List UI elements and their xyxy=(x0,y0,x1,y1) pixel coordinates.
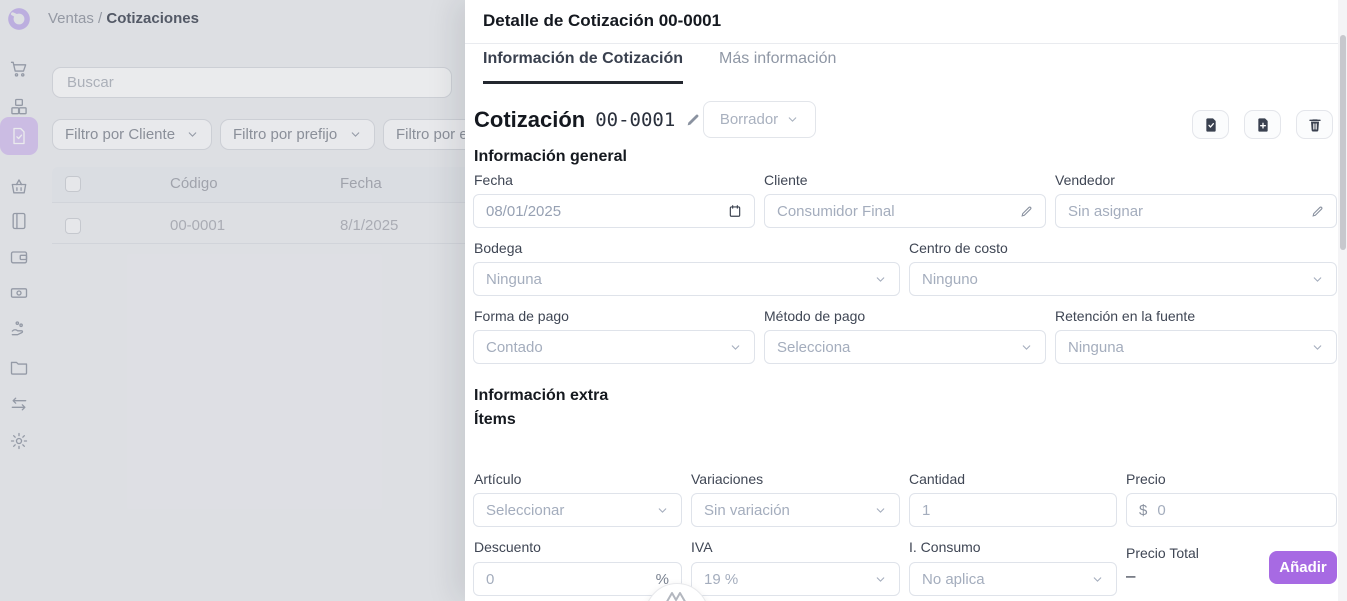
cantidad-input[interactable] xyxy=(909,493,1117,527)
panel-tabs: Información de Cotización Más informació… xyxy=(483,50,836,84)
metodo-pago-label: Método de pago xyxy=(764,308,865,324)
articulo-label: Artículo xyxy=(474,471,521,487)
duplicate-quote-button[interactable] xyxy=(1244,110,1281,139)
variaciones-label: Variaciones xyxy=(691,471,763,487)
panel-title: Detalle de Cotización 00-0001 xyxy=(483,11,721,31)
fecha-label: Fecha xyxy=(474,172,513,188)
centro-costo-label: Centro de costo xyxy=(909,240,1008,256)
chevron-down-icon xyxy=(874,273,887,286)
retencion-label: Retención en la fuente xyxy=(1055,308,1195,324)
edit-pencil-icon[interactable] xyxy=(685,112,701,128)
variaciones-select[interactable]: Sin variación xyxy=(691,493,900,527)
currency-prefix: $ xyxy=(1139,502,1147,519)
descuento-input[interactable]: % xyxy=(473,562,682,596)
doc-title: Cotización xyxy=(474,107,585,133)
bodega-label: Bodega xyxy=(474,240,522,256)
descuento-label: Descuento xyxy=(474,539,541,555)
vendedor-input[interactable]: Sin asignar xyxy=(1055,194,1337,228)
approve-quote-button[interactable] xyxy=(1192,110,1229,139)
cliente-input[interactable]: Consumidor Final xyxy=(764,194,1046,228)
section-items: Ítems xyxy=(474,411,516,429)
descuento-field[interactable] xyxy=(486,571,656,588)
status-dropdown[interactable]: Borrador xyxy=(703,101,816,138)
precio-total-value: – xyxy=(1126,566,1135,586)
precio-total-label: Precio Total xyxy=(1126,545,1199,561)
divider xyxy=(465,43,1347,44)
cantidad-field[interactable] xyxy=(922,502,1104,519)
document-title-row: Cotización 00-0001 xyxy=(474,100,701,140)
variaciones-value: Sin variación xyxy=(704,502,790,519)
consumo-select[interactable]: No aplica xyxy=(909,562,1117,596)
file-plus-icon xyxy=(1255,117,1271,133)
chevron-down-icon xyxy=(1311,341,1324,354)
articulo-select[interactable]: Seleccionar xyxy=(473,493,682,527)
retencion-select[interactable]: Ninguna xyxy=(1055,330,1337,364)
chevron-down-icon xyxy=(1091,573,1104,586)
bodega-select[interactable]: Ninguna xyxy=(473,262,900,296)
tab-mas-informacion[interactable]: Más información xyxy=(719,50,836,84)
vendedor-placeholder: Sin asignar xyxy=(1068,203,1143,220)
precio-input[interactable]: $ xyxy=(1126,493,1337,527)
precio-label: Precio xyxy=(1126,471,1166,487)
forma-pago-value: Contado xyxy=(486,339,543,356)
consumo-value: No aplica xyxy=(922,571,985,588)
edit-pencil-icon[interactable] xyxy=(1311,205,1324,218)
consumo-label: I. Consumo xyxy=(909,539,981,555)
iva-value: 19 % xyxy=(704,571,738,588)
mountain-logo-icon xyxy=(662,589,692,601)
articulo-value: Seleccionar xyxy=(486,502,564,519)
chevron-down-icon xyxy=(656,504,669,517)
precio-field[interactable] xyxy=(1157,502,1324,519)
panel-scrollbar-thumb[interactable] xyxy=(1340,35,1346,250)
centro-costo-select[interactable]: Ninguno xyxy=(909,262,1337,296)
edit-pencil-icon[interactable] xyxy=(1020,205,1033,218)
trash-icon xyxy=(1307,117,1323,133)
chevron-down-icon xyxy=(1020,341,1033,354)
chevron-down-icon xyxy=(1311,273,1324,286)
fecha-value: 08/01/2025 xyxy=(486,203,561,220)
metodo-pago-value: Selecciona xyxy=(777,339,850,356)
section-informacion-general: Información general xyxy=(474,148,627,166)
iva-label: IVA xyxy=(691,539,713,555)
chevron-down-icon xyxy=(874,573,887,586)
centro-costo-value: Ninguno xyxy=(922,271,978,288)
metodo-pago-select[interactable]: Selecciona xyxy=(764,330,1046,364)
chevron-down-icon xyxy=(874,504,887,517)
cantidad-label: Cantidad xyxy=(909,471,965,487)
chevron-down-icon xyxy=(786,113,799,126)
tab-informacion-cotizacion[interactable]: Información de Cotización xyxy=(483,50,683,84)
bodega-value: Ninguna xyxy=(486,271,542,288)
file-check-icon xyxy=(1203,117,1219,133)
vendedor-label: Vendedor xyxy=(1055,172,1115,188)
delete-quote-button[interactable] xyxy=(1296,110,1333,139)
forma-pago-label: Forma de pago xyxy=(474,308,569,324)
calendar-icon[interactable] xyxy=(728,204,742,218)
status-label: Borrador xyxy=(720,111,778,128)
iva-select[interactable]: 19 % xyxy=(691,562,900,596)
fecha-input[interactable]: 08/01/2025 xyxy=(473,194,755,228)
add-item-button[interactable]: Añadir xyxy=(1269,551,1337,584)
section-informacion-extra: Información extra xyxy=(474,387,608,405)
retencion-value: Ninguna xyxy=(1068,339,1124,356)
forma-pago-select[interactable]: Contado xyxy=(473,330,755,364)
chevron-down-icon xyxy=(729,341,742,354)
cliente-label: Cliente xyxy=(764,172,808,188)
doc-number: 00-0001 xyxy=(595,109,675,131)
quote-detail-panel: Detalle de Cotización 00-0001 Informació… xyxy=(465,0,1347,601)
cliente-placeholder: Consumidor Final xyxy=(777,203,895,220)
